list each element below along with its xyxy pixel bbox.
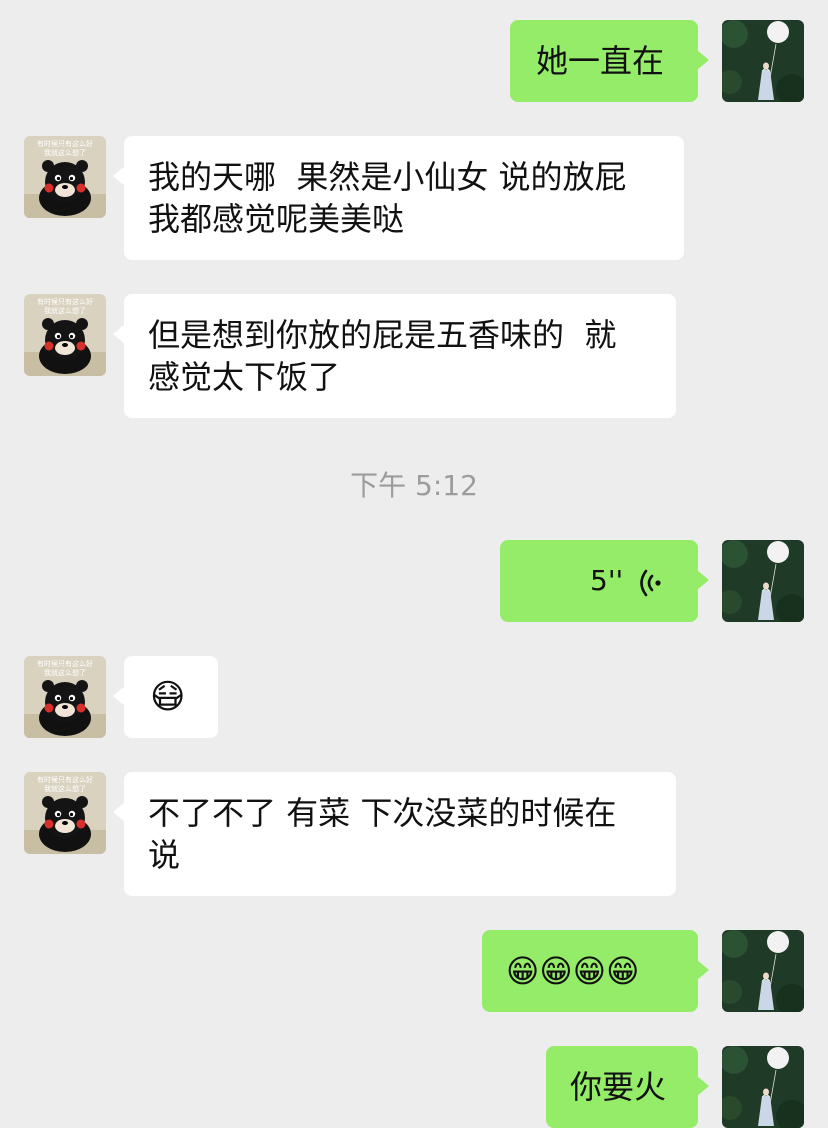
avatar-self[interactable] xyxy=(722,20,804,102)
avatar-self[interactable] xyxy=(722,540,804,622)
avatar-contact[interactable] xyxy=(24,136,106,218)
message-text: 她一直在 xyxy=(536,42,665,80)
voice-message-bubble[interactable]: 5'' xyxy=(500,540,709,622)
avatar-contact[interactable] xyxy=(24,294,106,376)
voice-wave-icon xyxy=(636,566,664,597)
message-text: 我的天哪 果然是小仙女 说的放屁 我都感觉呢美美哒 xyxy=(148,158,627,238)
grin-emoji-group: 😁😁😁😁 xyxy=(506,952,640,990)
voice-duration: 5'' xyxy=(590,564,624,597)
message-text: 不了不了 有菜 下次没菜的时候在 说 xyxy=(148,794,617,874)
avatar-self[interactable] xyxy=(722,930,804,1012)
mask-emoji: 😷 xyxy=(150,677,186,717)
message-text: 但是想到你放的屁是五香味的 就 感觉太下饭了 xyxy=(148,316,617,396)
message-bubble[interactable]: 你要火 xyxy=(546,1046,709,1128)
emoji-message-bubble[interactable]: 😷 xyxy=(113,656,218,738)
avatar-contact[interactable] xyxy=(24,656,106,738)
emoji-message-bubble[interactable]: 😁😁😁😁 xyxy=(482,930,709,1012)
message-bubble[interactable]: 但是想到你放的屁是五香味的 就 感觉太下饭了 xyxy=(113,294,676,418)
message-bubble[interactable]: 她一直在 xyxy=(510,20,709,102)
timestamp: 下午 5:12 xyxy=(350,469,478,502)
message-bubble[interactable]: 我的天哪 果然是小仙女 说的放屁 我都感觉呢美美哒 xyxy=(113,136,684,260)
message-bubble[interactable]: 不了不了 有菜 下次没菜的时候在 说 xyxy=(113,772,676,896)
message-text: 你要火 xyxy=(570,1068,667,1106)
avatar-contact[interactable] xyxy=(24,772,106,854)
avatar-self[interactable] xyxy=(722,1046,804,1128)
